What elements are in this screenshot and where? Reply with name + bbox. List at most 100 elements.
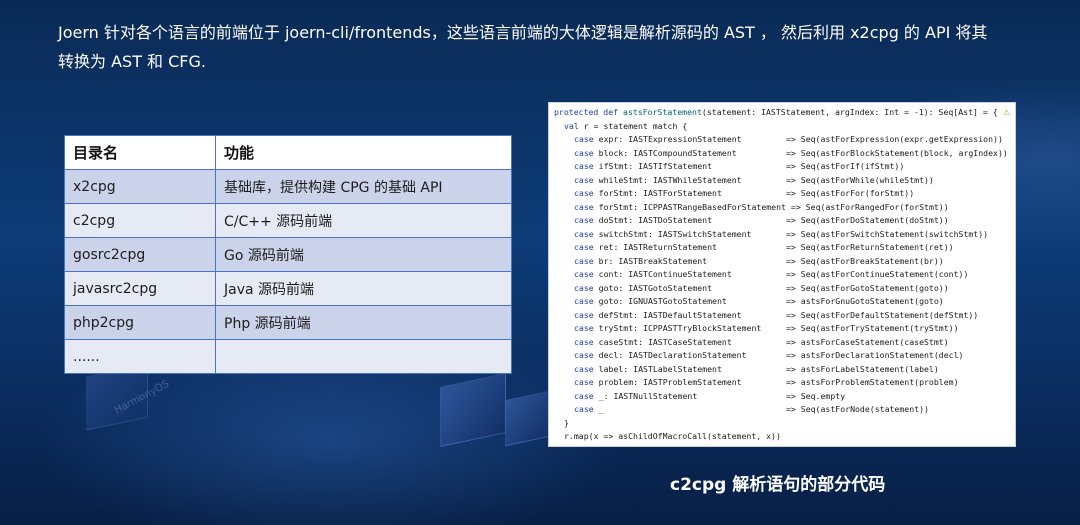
code-keyword: case [574,323,594,333]
code-spacing [722,188,786,198]
code-spacing [727,296,786,306]
code-case-result: => astsForGnuGotoStatement(goto) [785,296,944,306]
header-function: 功能 [215,135,512,170]
code-spacing [712,283,786,293]
code-case-line: case ifStmt: IASTIfStatement => Seq(astF… [574,160,904,174]
code-spacing [722,364,786,374]
code-spacing [747,350,786,360]
code-case-result: => Seq(astForGotoStatement(goto)) [785,282,949,293]
code-case-line: case ret: IASTReturnStatement => Seq(ast… [574,241,954,255]
code-case-pattern: switchStmt: IASTSwitchStatement [598,228,752,239]
code-case-pattern: decl: IASTDeclarationStatement [598,350,747,360]
code-keyword: case [574,215,594,225]
code-case-pattern: defStmt: IASTDefaultStatement [598,309,742,320]
code-case-result: => Seq(astForNode(statement)) [785,404,929,414]
code-case-result: => Seq(astForBlockStatement(block, argIn… [785,147,1008,158]
code-case-pattern: label: IASTLabelStatement [598,363,722,374]
code-spacing [732,337,786,347]
code-keyword: case [574,134,594,144]
code-case-result: => astsForProblemStatement(problem) [785,377,959,387]
code-case-pattern: goto: IGNUASTGotoStatement [598,296,727,306]
code-keyword: val [564,120,579,131]
table-row: ...... [64,339,512,374]
code-keyword: case [574,201,594,212]
code-keyword: case [574,309,594,320]
code-case-pattern: ifStmt: IASTIfStatement [598,161,713,171]
code-case-pattern: tryStmt: ICPPASTTryBlockStatement [598,323,762,333]
code-keyword: case [574,228,594,239]
code-case-result: => Seq(astForWhile(whileStmt)) [785,174,934,185]
code-case-pattern: goto: IASTGotoStatement [598,282,713,293]
code-spacing [742,310,786,320]
code-keyword: case [574,188,594,198]
code-case-line: case goto: IGNUASTGotoStatement => astsF… [574,295,944,309]
cell-directory: gosrc2cpg [64,237,216,272]
code-keyword: case [574,269,594,279]
code-caption: c2cpg 解析语句的部分代码 [670,475,886,495]
cell-function: Php 源码前端 [215,305,512,340]
code-signature-rest: (statement: IASTStatement, argIndex: Int… [701,107,998,117]
code-keyword: case [574,174,594,185]
cell-function [215,339,512,374]
code-keyword: case [574,147,594,158]
code-case-pattern: forStmt: IASTForStatement [598,188,722,198]
code-case-result: => Seq(astForFor(forStmt)) [785,188,915,198]
code-case-line: case label: IASTLabelStatement => astsFo… [574,363,939,377]
code-spacing [737,148,786,158]
code-case-result: => Seq.empty [785,390,846,401]
code-case-line: case _ => Seq(astForNode(statement)) [574,403,929,417]
code-case-line: case expr: IASTExpressionStatement => Se… [574,133,1003,147]
code-spacing [732,269,786,279]
cell-directory: javasrc2cpg [64,271,216,306]
code-case-pattern: ret: IASTReturnStatement [598,242,717,252]
code-case-pattern: expr: IASTExpressionStatement [598,134,742,144]
code-case-result: => Seq(astForRangedFor(forStmt)) [790,201,949,212]
table-header-row: 目录名 功能 [64,135,512,170]
code-case-result: => Seq(astForIf(ifStmt)) [785,161,905,171]
code-spacing [707,256,786,266]
code-case-line: case br: IASTBreakStatement => Seq(astFo… [574,255,944,269]
code-spacing [604,404,786,414]
code-keyword: case [574,363,594,374]
code-spacing [751,229,786,239]
code-line-map: r.map(x => asChildOfMacroCall(statement,… [564,431,781,441]
warning-icon: ⚠ [1002,108,1010,117]
code-line-signature: protected def astsForStatement(statement… [554,106,998,120]
table-row: javasrc2cpg Java 源码前端 [64,271,512,306]
code-case-result: => astsForCaseStatement(caseStmt) [785,336,949,347]
code-case-line: case whileStmt: IASTWhileStatement => Se… [574,174,934,188]
code-keyword: case [574,242,594,252]
code-keyword: case [574,296,594,306]
code-case-pattern: _: IASTNullStatement [598,390,698,401]
code-keyword: case [574,282,594,293]
code-case-pattern: caseStmt: IASTCaseStatement [598,336,732,347]
code-keyword: case [574,336,594,347]
code-case-pattern: br: IASTBreakStatement [598,255,708,266]
code-case-pattern: problem: IASTProblemStatement [598,377,742,387]
code-case-line: case forStmt: IASTForStatement => Seq(as… [574,187,914,201]
code-case-line: case switchStmt: IASTSwitchStatement => … [574,228,988,242]
code-spacing [712,161,786,171]
code-case-pattern: whileStmt: IASTWhileStatement [598,174,742,185]
code-keyword: case [574,161,594,171]
code-function-name: astsForStatement [623,107,702,117]
code-spacing [697,391,786,401]
table-row: x2cpg 基础库，提供构建 CPG 的基础 API [64,169,512,204]
code-spacing [717,242,786,252]
code-spacing [742,134,786,144]
code-case-pattern: cont: IASTContinueStatement [598,269,732,279]
table-row: c2cpg C/C++ 源码前端 [64,203,512,238]
code-case-result: => Seq(astForBreakStatement(br)) [785,255,944,266]
code-case-line: case _: IASTNullStatement => Seq.empty [574,390,845,404]
code-keyword: case [574,377,594,387]
code-spacing [712,215,786,225]
code-case-line: case defStmt: IASTDefaultStatement => Se… [574,309,978,323]
code-case-line: case cont: IASTContinueStatement => Seq(… [574,268,968,282]
cell-directory: x2cpg [64,169,216,204]
code-case-result: => Seq(astForDoStatement(doStmt)) [785,215,949,225]
code-case-result: => Seq(astForContinueStatement(cont)) [785,269,969,279]
code-case-pattern: doStmt: IASTDoStatement [598,215,713,225]
code-val-rest: r = statement match { [583,120,688,131]
header-directory-name: 目录名 [64,135,216,170]
cell-function: Go 源码前端 [215,237,512,272]
